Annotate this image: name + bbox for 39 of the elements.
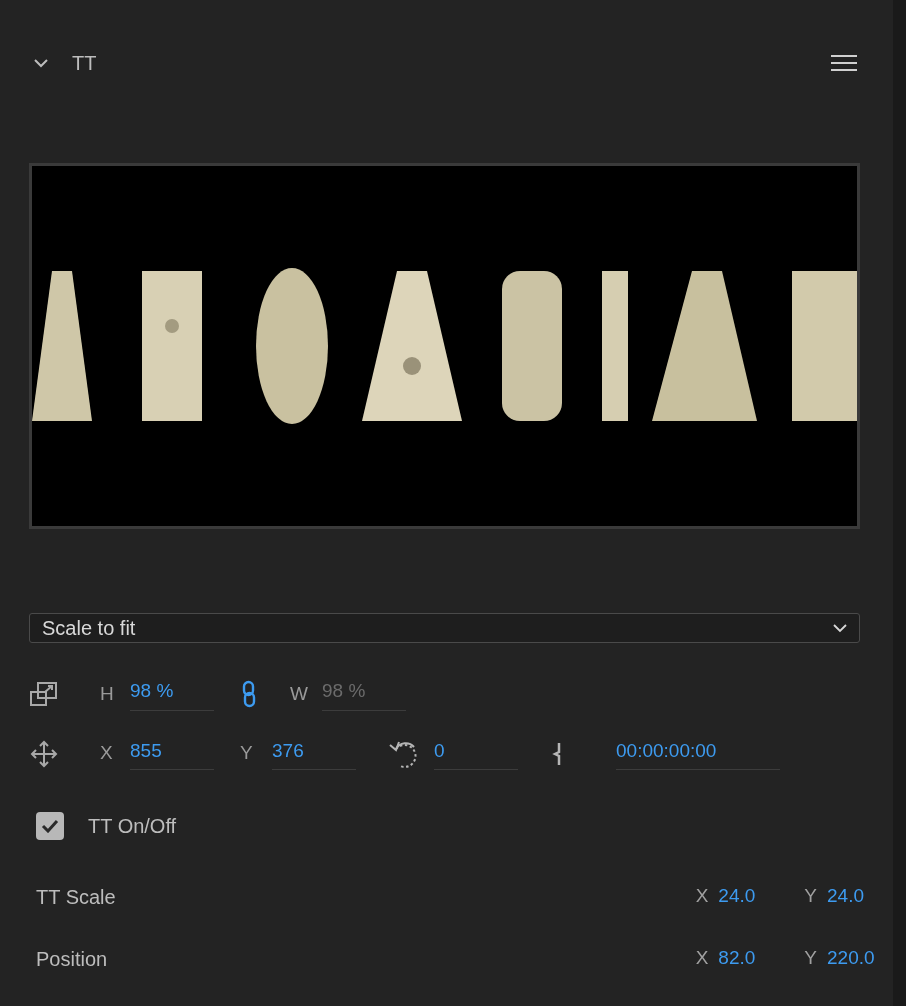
y-value[interactable]: 220.0 [827, 944, 893, 973]
checkbox-label: TT On/Off [88, 813, 177, 839]
value-field[interactable]: 98 % [130, 677, 214, 711]
field-value: 0 [434, 739, 445, 761]
property-label: Position [36, 946, 109, 972]
checkbox[interactable] [36, 811, 64, 840]
check-icon [41, 818, 59, 833]
chevron-icon [833, 623, 847, 633]
value-field[interactable]: 0 [434, 736, 518, 771]
field-value: 855 [130, 739, 162, 761]
scale-dropdown[interactable]: Scale to fit [29, 613, 860, 643]
y-value[interactable]: 24.0 [827, 882, 893, 911]
menu-icon[interactable] [831, 55, 857, 71]
scale-icon [30, 680, 58, 707]
y-label: Y [804, 884, 817, 909]
value-field[interactable]: 855 [130, 736, 214, 771]
field-value: 00:00:00:00 [616, 739, 717, 761]
x-label: X [695, 884, 709, 909]
x-value[interactable]: 24.0 [718, 882, 805, 911]
chevron-icon [33, 58, 49, 68]
link-icon [242, 679, 256, 708]
link-toggle[interactable] [240, 679, 258, 708]
y-label: Y [240, 741, 254, 766]
value-field[interactable]: 98 % [322, 677, 406, 711]
y-label: Y [804, 946, 817, 971]
field-value: 98 % [322, 680, 366, 701]
x-label: X [695, 946, 709, 971]
field-value: 376 [272, 739, 304, 761]
x-value[interactable]: 82.0 [718, 944, 805, 973]
property-label: TT Scale [36, 884, 117, 910]
x-label: X [100, 741, 114, 766]
value-field[interactable]: 00:00:00:00 [616, 736, 780, 771]
field-value: 98 % [130, 680, 174, 701]
width-label: W [290, 681, 309, 706]
value-field[interactable]: 376 [272, 736, 356, 771]
section-title: TT [72, 51, 97, 76]
height-label: H [100, 681, 115, 706]
bracket-icon [552, 741, 562, 766]
move-icon [30, 739, 58, 768]
